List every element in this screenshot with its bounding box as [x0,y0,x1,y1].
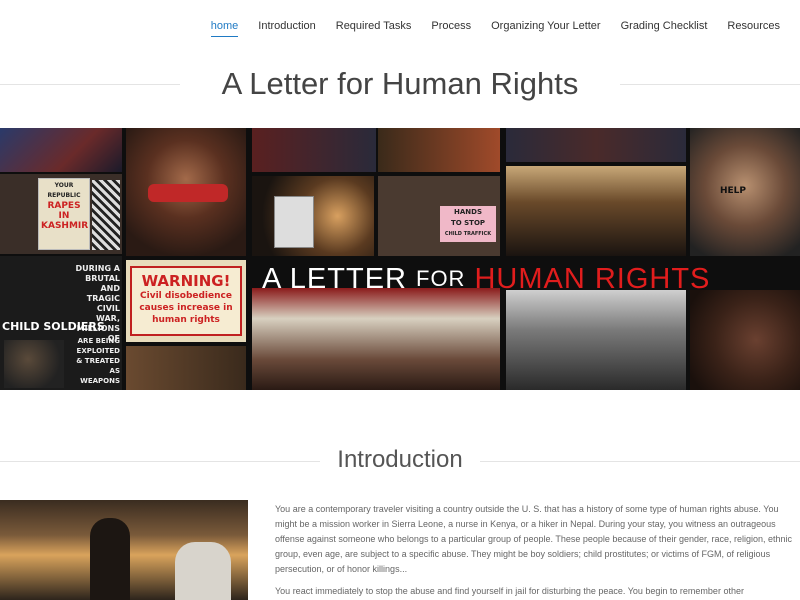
banner-overlay-text-a: A LETTER [262,262,407,295]
sign-text-hands: HANDS [454,208,482,216]
nav-item-process[interactable]: Process [421,20,481,32]
text-tragic: AND TRAGIC [86,284,120,303]
introduction-body: You are a contemporary traveler visiting… [275,502,800,600]
banner-overlay-text-b: HUMAN RIGHTS [474,262,711,295]
nav-item-grading-checklist[interactable]: Grading Checklist [611,20,718,32]
collage-photo-child-trafficking-sign: HANDS TO STOP CHILD TRAFFICK [378,176,500,256]
text-treated: & TREATED AS [76,357,120,375]
top-navigation: home Introduction Required Tasks Process Org… [0,0,800,48]
warning-line-3: human rights [152,315,220,325]
page-title: A Letter for Human Rights [221,66,579,101]
collage-photo-child-face [690,290,800,390]
nav-menu: home Introduction Required Tasks Process Org… [201,20,790,37]
banner-overlay-text-for: FOR [416,266,466,291]
text-child-soldiers: CHILD SOLDIERS [2,320,105,333]
nav-item-introduction[interactable]: Introduction [248,20,325,32]
sign-text-your: YOUR [54,182,74,189]
collage-photo-megaphone [378,128,500,172]
collage-photo-protest-crowd [0,128,122,172]
text-weapons: WEAPONS [80,377,120,385]
collage-photo-marchers [252,128,376,172]
collage-photo-raised-hands [126,346,246,390]
nav-item-home[interactable]: home [201,20,249,37]
collage-photo-kashmir-protest: YOUR REPUBLIC RAPES IN KASHMIR [0,174,122,254]
sign-text-kashmir: KASHMIR [41,221,89,231]
warning-title: WARNING! [141,272,231,290]
nav-item-organizing-your-letter[interactable]: Organizing Your Letter [481,20,610,32]
nav-item-required-tasks[interactable]: Required Tasks [326,20,422,32]
intro-paragraph-2: You react immediately to stop the abuse … [275,586,744,596]
collage-photo-candle-vigil [252,176,374,256]
sign-text-rapes: RAPES IN [47,201,81,221]
collage-photo-crowd-top [506,128,686,162]
hand-text-help: HELP [720,186,747,196]
text-are-being: ARE BEING [77,337,120,345]
collage-photo-help-hand: HELP [690,128,800,256]
collage-photo-gagged-face [126,128,246,256]
sign-text-to-stop: TO STOP [450,219,486,227]
sign-text-republic: REPUBLIC [47,192,81,199]
warning-line-1: Civil disobedience [140,291,232,301]
collage-photo-street-crowd [506,166,686,256]
collage-photo-women-protest [252,288,500,390]
sign-text-child-traffick: CHILD TRAFFICK [444,231,492,237]
text-exploited: EXPLOITED [76,347,120,355]
introduction-photo [0,500,248,600]
text-brutal: BRUTAL [85,274,120,283]
collage-warning-sign: WARNING! Civil disobedience causes incre… [126,260,246,342]
intro-paragraph-1: You are a contemporary traveler visiting… [275,504,793,574]
hero-banner-collage: YOUR REPUBLIC RAPES IN KASHMIR DURING A … [0,128,800,390]
page-title-row: A Letter for Human Rights [0,60,800,108]
collage-photo-soldiers-bw [506,290,686,390]
introduction-heading: Introduction [337,446,463,473]
banner-overlay-title: A LETTER FOR HUMAN RIGHTS [262,259,800,299]
collage-child-soldiers-text: DURING A BRUTAL AND TRAGIC CIVIL WAR, MI… [0,256,122,390]
introduction-heading-row: Introduction [0,444,800,478]
text-during: DURING A [75,264,120,273]
nav-item-resources[interactable]: Resources [717,20,790,32]
warning-line-2: causes increase in [139,303,233,313]
